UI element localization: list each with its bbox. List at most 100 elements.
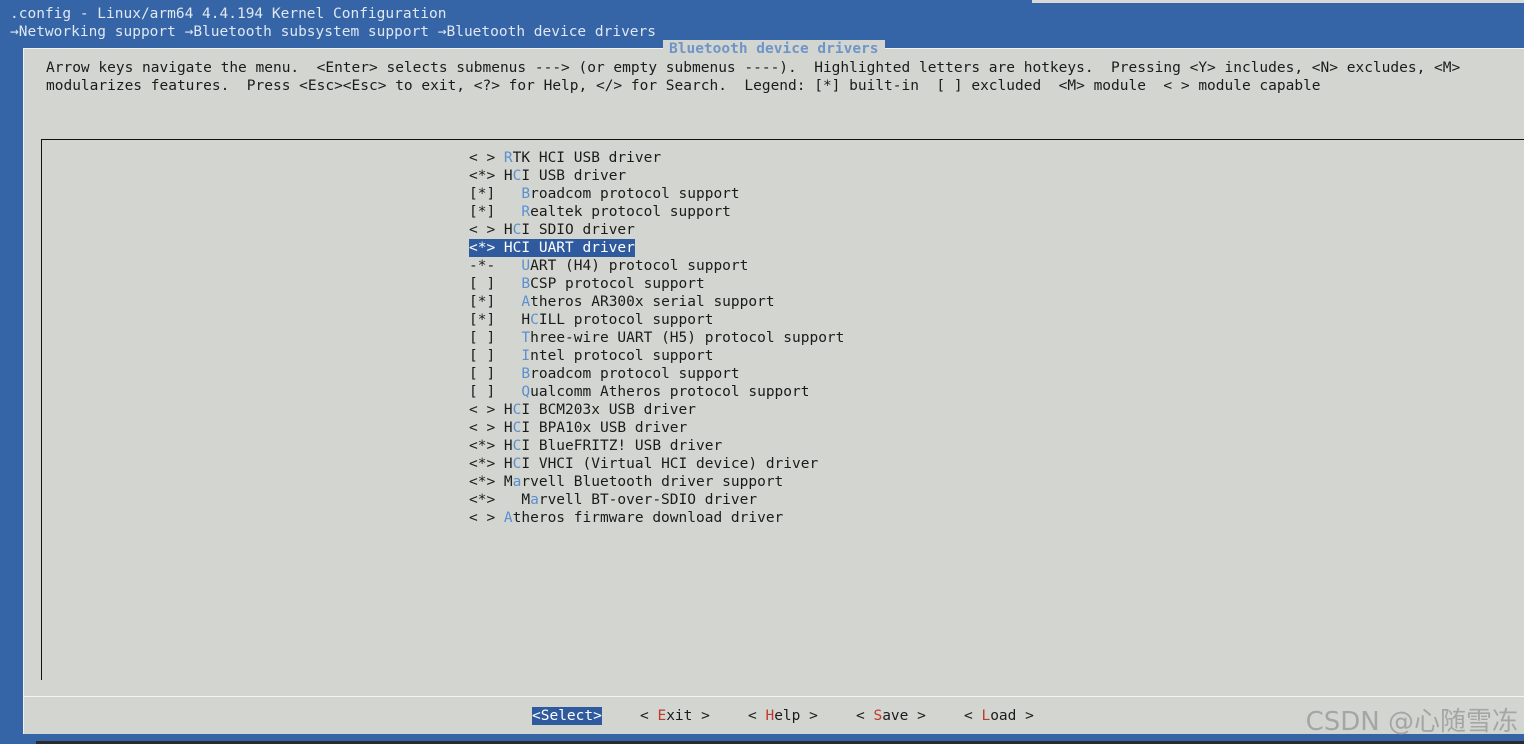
menu-item-label: I VHCI (Virtual HCI device) driver (521, 456, 819, 472)
button-hotkey: S (873, 708, 883, 724)
menu-item-hotkey: A (503, 510, 513, 526)
menu-item[interactable]: <*> Marvell Bluetooth driver support (469, 473, 783, 491)
menu-item[interactable]: [*] Atheros AR300x serial support (469, 293, 775, 311)
menu-item-prefix: <*> M (469, 474, 513, 490)
menu-item[interactable]: < > HCI SDIO driver (469, 221, 635, 239)
menu-item[interactable]: [ ] Intel protocol support (469, 347, 713, 365)
button-label: xit > (666, 708, 710, 724)
menu-item[interactable]: [*] Broadcom protocol support (469, 185, 740, 203)
menu-item-hotkey: I (521, 348, 531, 364)
menu-item-prefix: [ ] (469, 330, 522, 346)
menu-item[interactable]: [ ] BCSP protocol support (469, 275, 705, 293)
button-label: oad > (990, 708, 1034, 724)
watermark: CSDN @心随雪冻 (1305, 707, 1518, 737)
menu-item-label: theros AR300x serial support (530, 294, 775, 310)
menu-item[interactable]: [ ] Qualcomm Atheros protocol support (469, 383, 809, 401)
menu-item-prefix: -*- (469, 258, 522, 274)
button-bracket: < (748, 708, 766, 724)
breadcrumb: →Networking support →Bluetooth subsystem… (10, 24, 657, 40)
menu-item-prefix: [*] (469, 186, 522, 202)
menu-item-prefix: [*] H (469, 312, 531, 328)
menu-item-hotkey: U (521, 258, 531, 274)
menu-item-prefix: < > H (469, 222, 513, 238)
menu-item-prefix: [*] (469, 294, 522, 310)
menu-item-hotkey: A (521, 294, 531, 310)
menu-list-box (41, 139, 1524, 680)
menu-item-label: hree-wire UART (H5) protocol support (530, 330, 845, 346)
menu-item-label: roadcom protocol support (530, 186, 740, 202)
menu-item-prefix: [ ] (469, 276, 522, 292)
menu-item-label: I BPA10x USB driver (521, 420, 688, 436)
button-bracket: < (532, 708, 541, 724)
menu-item-label: ualcomm Atheros protocol support (530, 384, 810, 400)
button-bracket: < (640, 708, 658, 724)
button-bracket: < (856, 708, 874, 724)
menu-item[interactable]: < > HCI BCM203x USB driver (469, 401, 696, 419)
save-button[interactable]: < Save > (856, 707, 926, 725)
menu-item[interactable]: [ ] Three-wire UART (H5) protocol suppor… (469, 329, 844, 347)
button-bracket: < (964, 708, 982, 724)
button-divider (24, 696, 1524, 697)
button-hotkey: H (765, 708, 775, 724)
menu-item-label: CI UART driver (512, 240, 635, 256)
load-button[interactable]: < Load > (964, 707, 1034, 725)
menu-item-hotkey: H (503, 240, 513, 256)
menu-item-label: CSP protocol support (530, 276, 705, 292)
help-button[interactable]: < Help > (748, 707, 818, 725)
menu-item-label: ealtek protocol support (530, 204, 731, 220)
menu-item-label: ntel protocol support (530, 348, 714, 364)
menu-item-prefix: < > H (469, 402, 513, 418)
menu-item-hotkey: B (521, 186, 531, 202)
button-label: elect> (549, 708, 602, 724)
menu-item-label: TK HCI USB driver (512, 150, 662, 166)
menu-item-prefix: [ ] (469, 366, 522, 382)
window-top-edge (1032, 0, 1524, 3)
menu-item[interactable]: [*] HCILL protocol support (469, 311, 713, 329)
menu-item[interactable]: < > Atheros firmware download driver (469, 509, 783, 527)
menu-item-prefix: [*] (469, 204, 522, 220)
menu-item[interactable]: [*] Realtek protocol support (469, 203, 731, 221)
menu-item-prefix: < > (469, 510, 504, 526)
menu-item-label: I BCM203x USB driver (521, 402, 696, 418)
menu-item-hotkey: R (503, 150, 513, 166)
menu-item-label: rvell BT-over-SDIO driver (538, 492, 758, 508)
exit-button[interactable]: < Exit > (640, 707, 710, 725)
menu-item-label: I SDIO driver (521, 222, 635, 238)
menu-item[interactable]: <*> HCI BlueFRITZ! USB driver (469, 437, 722, 455)
menu-item-hotkey: B (521, 276, 531, 292)
menu-item-label: roadcom protocol support (530, 366, 740, 382)
menu-item-prefix: <*> H (469, 168, 513, 184)
menu-item[interactable]: <*> HCI VHCI (Virtual HCI device) driver (469, 455, 818, 473)
menu-item-label: ART (H4) protocol support (530, 258, 749, 274)
menu-item-prefix: < > (469, 150, 504, 166)
menu-item[interactable]: <*> HCI USB driver (469, 167, 626, 185)
menu-item-label: ILL protocol support (538, 312, 714, 328)
menu-item[interactable]: [ ] Broadcom protocol support (469, 365, 740, 383)
menu-item[interactable]: < > RTK HCI USB driver (469, 149, 661, 167)
help-text-line-2: modularizes features. Press <Esc><Esc> t… (46, 78, 1321, 94)
menu-item-label: theros firmware download driver (512, 510, 784, 526)
button-label: elp > (774, 708, 818, 724)
menu-item-hotkey: C (530, 312, 539, 328)
menu-item-hotkey: R (521, 204, 531, 220)
menu-item-label: rvell Bluetooth driver support (521, 474, 784, 490)
menu-item[interactable]: < > HCI BPA10x USB driver (469, 419, 687, 437)
menu-item-prefix: <*> (469, 240, 504, 256)
menu-item-prefix: [ ] (469, 384, 522, 400)
menu-item-prefix: < > H (469, 420, 513, 436)
menu-item-hotkey: T (521, 330, 531, 346)
menu-item-hotkey: a (530, 492, 539, 508)
menu-item-prefix: <*> M (469, 492, 531, 508)
menu-item-prefix: [ ] (469, 348, 522, 364)
button-hotkey: E (657, 708, 667, 724)
button-label: ave > (882, 708, 926, 724)
dialog-title: Bluetooth device drivers (663, 40, 885, 58)
select-button[interactable]: <Select> (532, 707, 602, 725)
menu-item-label: I USB driver (521, 168, 627, 184)
button-hotkey: L (981, 708, 991, 724)
menu-item[interactable]: <*> Marvell BT-over-SDIO driver (469, 491, 757, 509)
menu-item[interactable]: <*> HCI UART driver (469, 239, 635, 257)
menu-item[interactable]: -*- UART (H4) protocol support (469, 257, 748, 275)
window-title: .config - Linux/arm64 4.4.194 Kernel Con… (10, 6, 447, 22)
help-text-line-1: Arrow keys navigate the menu. <Enter> se… (46, 60, 1461, 76)
